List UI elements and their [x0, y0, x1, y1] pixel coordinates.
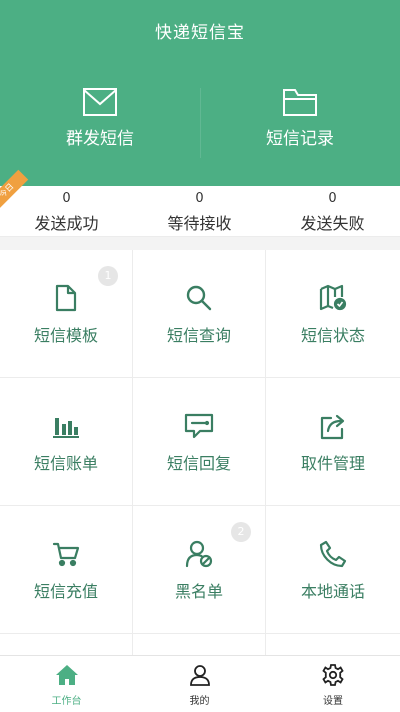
stat-failed[interactable]: 0 发送失败: [266, 190, 399, 234]
user-icon: [133, 664, 266, 688]
grid-item-blacklist[interactable]: 2 黑名单: [133, 506, 266, 634]
tab-mine[interactable]: 我的: [133, 664, 266, 707]
grid-item-sms-bill[interactable]: 短信账单: [0, 378, 133, 506]
home-icon: [0, 664, 133, 688]
stat-pending[interactable]: 0 等待接收: [133, 190, 266, 234]
notification-badge: 1: [98, 266, 118, 286]
stat-label: 发送成功: [34, 214, 99, 233]
tab-settings[interactable]: 设置: [266, 664, 400, 707]
grid-item-label: 短信回复: [166, 454, 231, 473]
grid-item-label: 短信状态: [300, 326, 365, 345]
tab-workbench[interactable]: 工作台: [0, 664, 133, 707]
grid-item-sms-query[interactable]: 短信查询: [133, 250, 266, 378]
sms-records-label: 短信记录: [266, 129, 334, 149]
bar-chart-icon: [0, 412, 132, 442]
reply-message-icon: [133, 412, 265, 442]
grid-item-label: 黑名单: [174, 582, 223, 601]
bottom-tab-bar: 工作台 我的 设置: [0, 655, 400, 712]
mass-sms-label: 群发短信: [66, 129, 134, 149]
feature-grid: 1 短信模板 短信查询 短信状态 短信账单 短信回复 取件管理 短信充值 2 黑…: [0, 250, 400, 655]
stat-value: 0: [195, 191, 204, 206]
grid-item-pickup-manage[interactable]: 取件管理: [266, 378, 400, 506]
user-block-icon: [133, 540, 265, 570]
tab-label: 我的: [189, 696, 210, 707]
search-icon: [133, 284, 265, 314]
gear-icon: [266, 664, 400, 688]
today-stats: 今日 0 发送成功 0 等待接收 0 发送失败: [0, 169, 400, 237]
tab-label: 设置: [323, 696, 343, 707]
grid-item-label: 短信查询: [166, 326, 231, 345]
grid-item-label: 短信模板: [33, 326, 98, 345]
stat-value: 0: [62, 191, 71, 206]
folder-icon: [200, 88, 400, 118]
notification-badge: 2: [231, 522, 251, 542]
document-icon: [0, 284, 132, 314]
map-status-icon: [266, 284, 400, 314]
sms-records-button[interactable]: 短信记录: [200, 88, 400, 149]
grid-divider: [265, 634, 266, 655]
stat-value: 0: [328, 191, 337, 206]
grid-item-sms-reply[interactable]: 短信回复: [133, 378, 266, 506]
mass-sms-button[interactable]: 群发短信: [0, 88, 200, 149]
grid-item-local-call[interactable]: 本地通话: [266, 506, 400, 634]
envelope-icon: [0, 88, 200, 118]
grid-item-sms-recharge[interactable]: 短信充值: [0, 506, 133, 634]
phone-icon: [266, 540, 400, 570]
grid-item-sms-status[interactable]: 短信状态: [266, 250, 400, 378]
stat-label: 发送失败: [300, 214, 365, 233]
cart-icon: [0, 540, 132, 570]
stat-label: 等待接收: [167, 214, 232, 233]
app-title: 快递短信宝: [155, 23, 245, 43]
grid-divider: [132, 634, 133, 655]
stat-sent-success[interactable]: 0 发送成功: [0, 190, 133, 234]
tab-label: 工作台: [51, 696, 82, 707]
app-header: 快递短信宝 群发短信 短信记录: [0, 0, 400, 186]
grid-item-label: 取件管理: [300, 454, 365, 473]
grid-item-label: 短信充值: [33, 582, 98, 601]
share-export-icon: [266, 412, 400, 442]
grid-item-label: 本地通话: [300, 582, 365, 601]
grid-item-label: 短信账单: [33, 454, 98, 473]
grid-item-sms-template[interactable]: 1 短信模板: [0, 250, 133, 378]
